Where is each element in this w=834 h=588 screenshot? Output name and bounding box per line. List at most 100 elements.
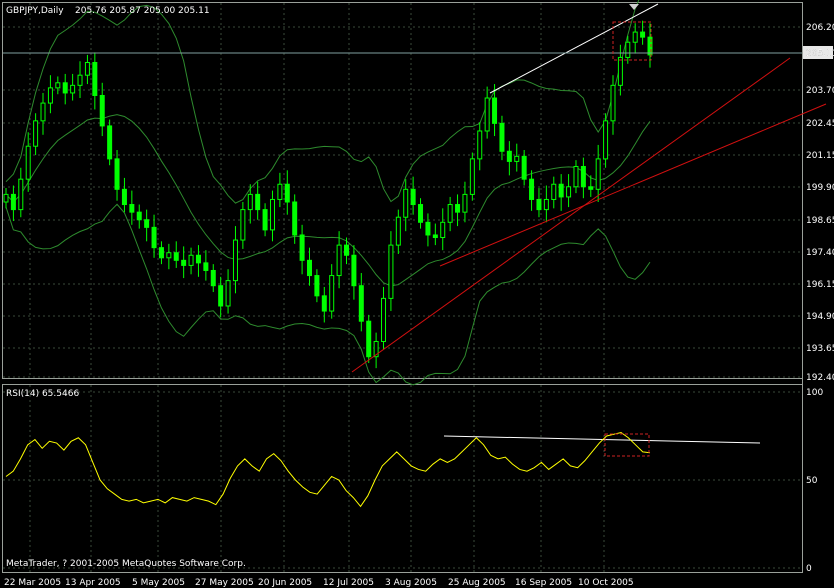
candle-body xyxy=(262,209,268,231)
candle-body xyxy=(344,244,350,256)
candle-body xyxy=(114,158,120,190)
date-tick-label: 5 May 2005 xyxy=(132,578,185,588)
candle-body xyxy=(432,234,438,239)
candle-body xyxy=(292,201,298,236)
candle-body xyxy=(321,295,327,312)
candle-body xyxy=(188,254,194,266)
candle-body xyxy=(381,297,387,342)
candle-body xyxy=(195,254,201,264)
candle-body xyxy=(210,269,216,287)
candle-body xyxy=(166,252,172,259)
candle-body xyxy=(47,87,53,104)
bollinger-lower-band xyxy=(5,203,651,386)
price-tick-label: 196.15 xyxy=(806,280,834,290)
candle-body xyxy=(232,239,238,282)
resistance-trendline[interactable] xyxy=(489,3,659,94)
candle-body xyxy=(33,120,39,147)
date-tick-label: 20 Jun 2005 xyxy=(258,578,312,588)
price-chart[interactable]: 205.11 GBPJPY,Daily 205.76 205.87 205.00… xyxy=(0,0,834,588)
candle-body xyxy=(462,193,468,213)
date-tick-label: 10 Oct 2005 xyxy=(578,578,634,588)
candle-body xyxy=(506,150,512,162)
candle-body xyxy=(329,275,335,312)
candle-body xyxy=(25,145,31,180)
rsi-line xyxy=(5,431,651,508)
candle-body xyxy=(247,193,253,211)
date-tick-label: 13 Apr 2005 xyxy=(65,578,121,588)
price-tick-label: 201.15 xyxy=(806,151,834,161)
candle-body xyxy=(277,183,283,200)
candle-body xyxy=(573,165,579,188)
candle-body xyxy=(255,193,261,211)
arrow-marker-icon xyxy=(629,4,639,10)
candle-body xyxy=(566,186,572,198)
date-tick-label: 12 Jul 2005 xyxy=(323,578,374,588)
candle-body xyxy=(18,178,24,211)
candle-body xyxy=(92,62,98,96)
price-tick-label: 197.40 xyxy=(806,248,834,258)
candle-body xyxy=(595,158,601,190)
candle-body xyxy=(521,155,527,180)
rsi-panel-frame xyxy=(2,384,803,573)
candle-body xyxy=(151,226,157,249)
ohlc-label: 205.76 205.87 205.00 205.11 xyxy=(75,6,210,16)
date-tick-label: 3 Aug 2005 xyxy=(385,578,437,588)
candle-body xyxy=(632,31,638,43)
candle-body xyxy=(225,280,231,307)
candle-body xyxy=(99,94,105,127)
candle-body xyxy=(144,219,150,228)
candle-body xyxy=(70,84,76,94)
price-tick-label: 194.90 xyxy=(806,312,834,322)
date-axis-labels: 22 Mar 2005 13 Apr 2005 5 May 2005 27 May 2… xyxy=(4,578,634,588)
candle-body xyxy=(55,82,61,89)
candle-body xyxy=(440,221,446,239)
candle-body xyxy=(107,125,113,160)
date-tick-label: 25 Aug 2005 xyxy=(448,578,506,588)
candle-body xyxy=(469,158,475,195)
candle-body xyxy=(40,102,46,122)
candle-body xyxy=(514,155,520,162)
candle-body xyxy=(625,41,631,58)
rsi-tick-label: 0 xyxy=(806,564,812,574)
candle-body xyxy=(336,244,342,277)
candle-body xyxy=(558,183,564,198)
candle-body xyxy=(136,211,142,221)
candle-body xyxy=(529,178,535,200)
candle-body xyxy=(551,183,557,200)
candle-body xyxy=(314,275,320,297)
candle-body xyxy=(543,198,549,211)
candle-body xyxy=(203,262,209,271)
price-marker-box[interactable] xyxy=(612,21,652,61)
price-tick-label: 192.40 xyxy=(806,373,834,383)
candle-body xyxy=(299,234,305,261)
candle-body xyxy=(3,193,9,203)
candle-body xyxy=(269,198,275,231)
price-tick-label: 199.90 xyxy=(806,183,834,193)
copyright-text: MetaTrader, ? 2001-2005 MetaQuotes Softw… xyxy=(6,559,246,569)
candle-body xyxy=(492,97,498,124)
price-tick-label: 202.45 xyxy=(806,119,834,129)
rsi-axis-labels: 100 50 0 xyxy=(806,388,823,574)
candle-body xyxy=(588,186,594,190)
rsi-tick-label: 50 xyxy=(806,476,818,486)
price-tick-label: 206.20 xyxy=(806,23,834,33)
price-axis-labels: 206.20 205.11 203.70 202.45 201.15 199.90 198.… xyxy=(806,23,834,383)
support-trendline-2[interactable] xyxy=(439,103,827,267)
support-trendline-1[interactable] xyxy=(351,57,791,373)
symbol-label: GBPJPY,Daily xyxy=(6,6,64,16)
price-tick-label: 203.70 xyxy=(806,86,834,96)
candle-body xyxy=(388,244,394,299)
price-tick-label: 193.65 xyxy=(806,344,834,354)
candle-body xyxy=(366,320,372,358)
rsi-label: RSI(14) 65.5466 xyxy=(6,389,79,399)
candle-body xyxy=(610,84,616,122)
candle-body xyxy=(580,165,586,188)
rsi-trendline[interactable] xyxy=(443,435,761,444)
candle-body xyxy=(395,216,401,246)
candle-body xyxy=(10,193,16,211)
candle-body xyxy=(410,188,416,206)
candle-body xyxy=(240,209,246,241)
candle-body xyxy=(129,204,135,213)
candle-body xyxy=(358,285,364,322)
candle-body xyxy=(418,204,424,223)
